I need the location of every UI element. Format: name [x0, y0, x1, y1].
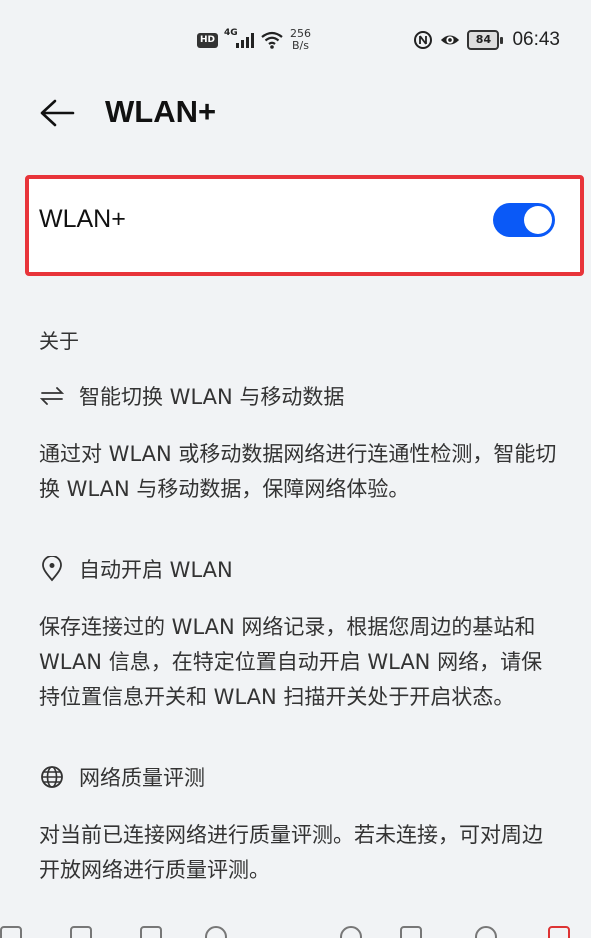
wlan-plus-card: WLAN+: [25, 175, 584, 276]
feature-title: 自动开启 WLAN: [79, 558, 233, 582]
wlan-plus-toggle[interactable]: [493, 203, 555, 237]
status-left: HD 4G 256 B/s: [197, 28, 311, 52]
signal-icon: 4G: [224, 28, 255, 48]
status-right: 84 06:43: [413, 29, 560, 51]
eye-comfort-icon: [441, 35, 460, 45]
about-section: 关于 智能切换 WLAN 与移动数据 通过对 WLAN 或移动数据网络进行连通性…: [39, 325, 559, 888]
feature-title: 智能切换 WLAN 与移动数据: [79, 385, 345, 409]
speed-unit: B/s: [292, 39, 309, 52]
globe-icon: [39, 764, 65, 790]
status-bar: HD 4G 256 B/s 84 06:43: [0, 0, 591, 82]
back-arrow-icon: [40, 99, 75, 127]
feature-description: 对当前已连接网络进行质量评测。若未连接，可对周边开放网络进行质量评测。: [39, 823, 543, 882]
feature-title: 网络质量评测: [79, 766, 205, 790]
back-button[interactable]: [38, 94, 76, 132]
feature-description: 保存连接过的 WLAN 网络记录，根据您周边的基站和 WLAN 信息，在特定位置…: [39, 615, 543, 709]
hd-badge: HD: [197, 32, 219, 48]
location-icon: [39, 556, 65, 582]
page-title: WLAN+: [105, 94, 217, 129]
feature-row-smart-switch: 智能切换 WLAN 与移动数据: [39, 380, 559, 412]
battery-icon: 84: [467, 30, 504, 50]
wlan-plus-label: WLAN+: [39, 205, 126, 233]
toggle-knob: [524, 206, 552, 234]
switch-arrows-icon: [39, 383, 65, 409]
feature-description: 通过对 WLAN 或移动数据网络进行连通性检测，智能切换 WLAN 与移动数据，…: [39, 442, 557, 501]
bottom-overlay: [0, 918, 591, 938]
network-speed: 256 B/s: [290, 28, 311, 52]
feature-row-quality-test: 网络质量评测: [39, 761, 559, 793]
network-type: 4G: [224, 28, 238, 38]
feature-row-auto-enable: 自动开启 WLAN: [39, 553, 559, 585]
clock: 06:43: [512, 29, 560, 50]
nfc-icon: [414, 31, 433, 49]
section-title: 关于: [39, 329, 79, 353]
wifi-icon: [261, 31, 283, 49]
